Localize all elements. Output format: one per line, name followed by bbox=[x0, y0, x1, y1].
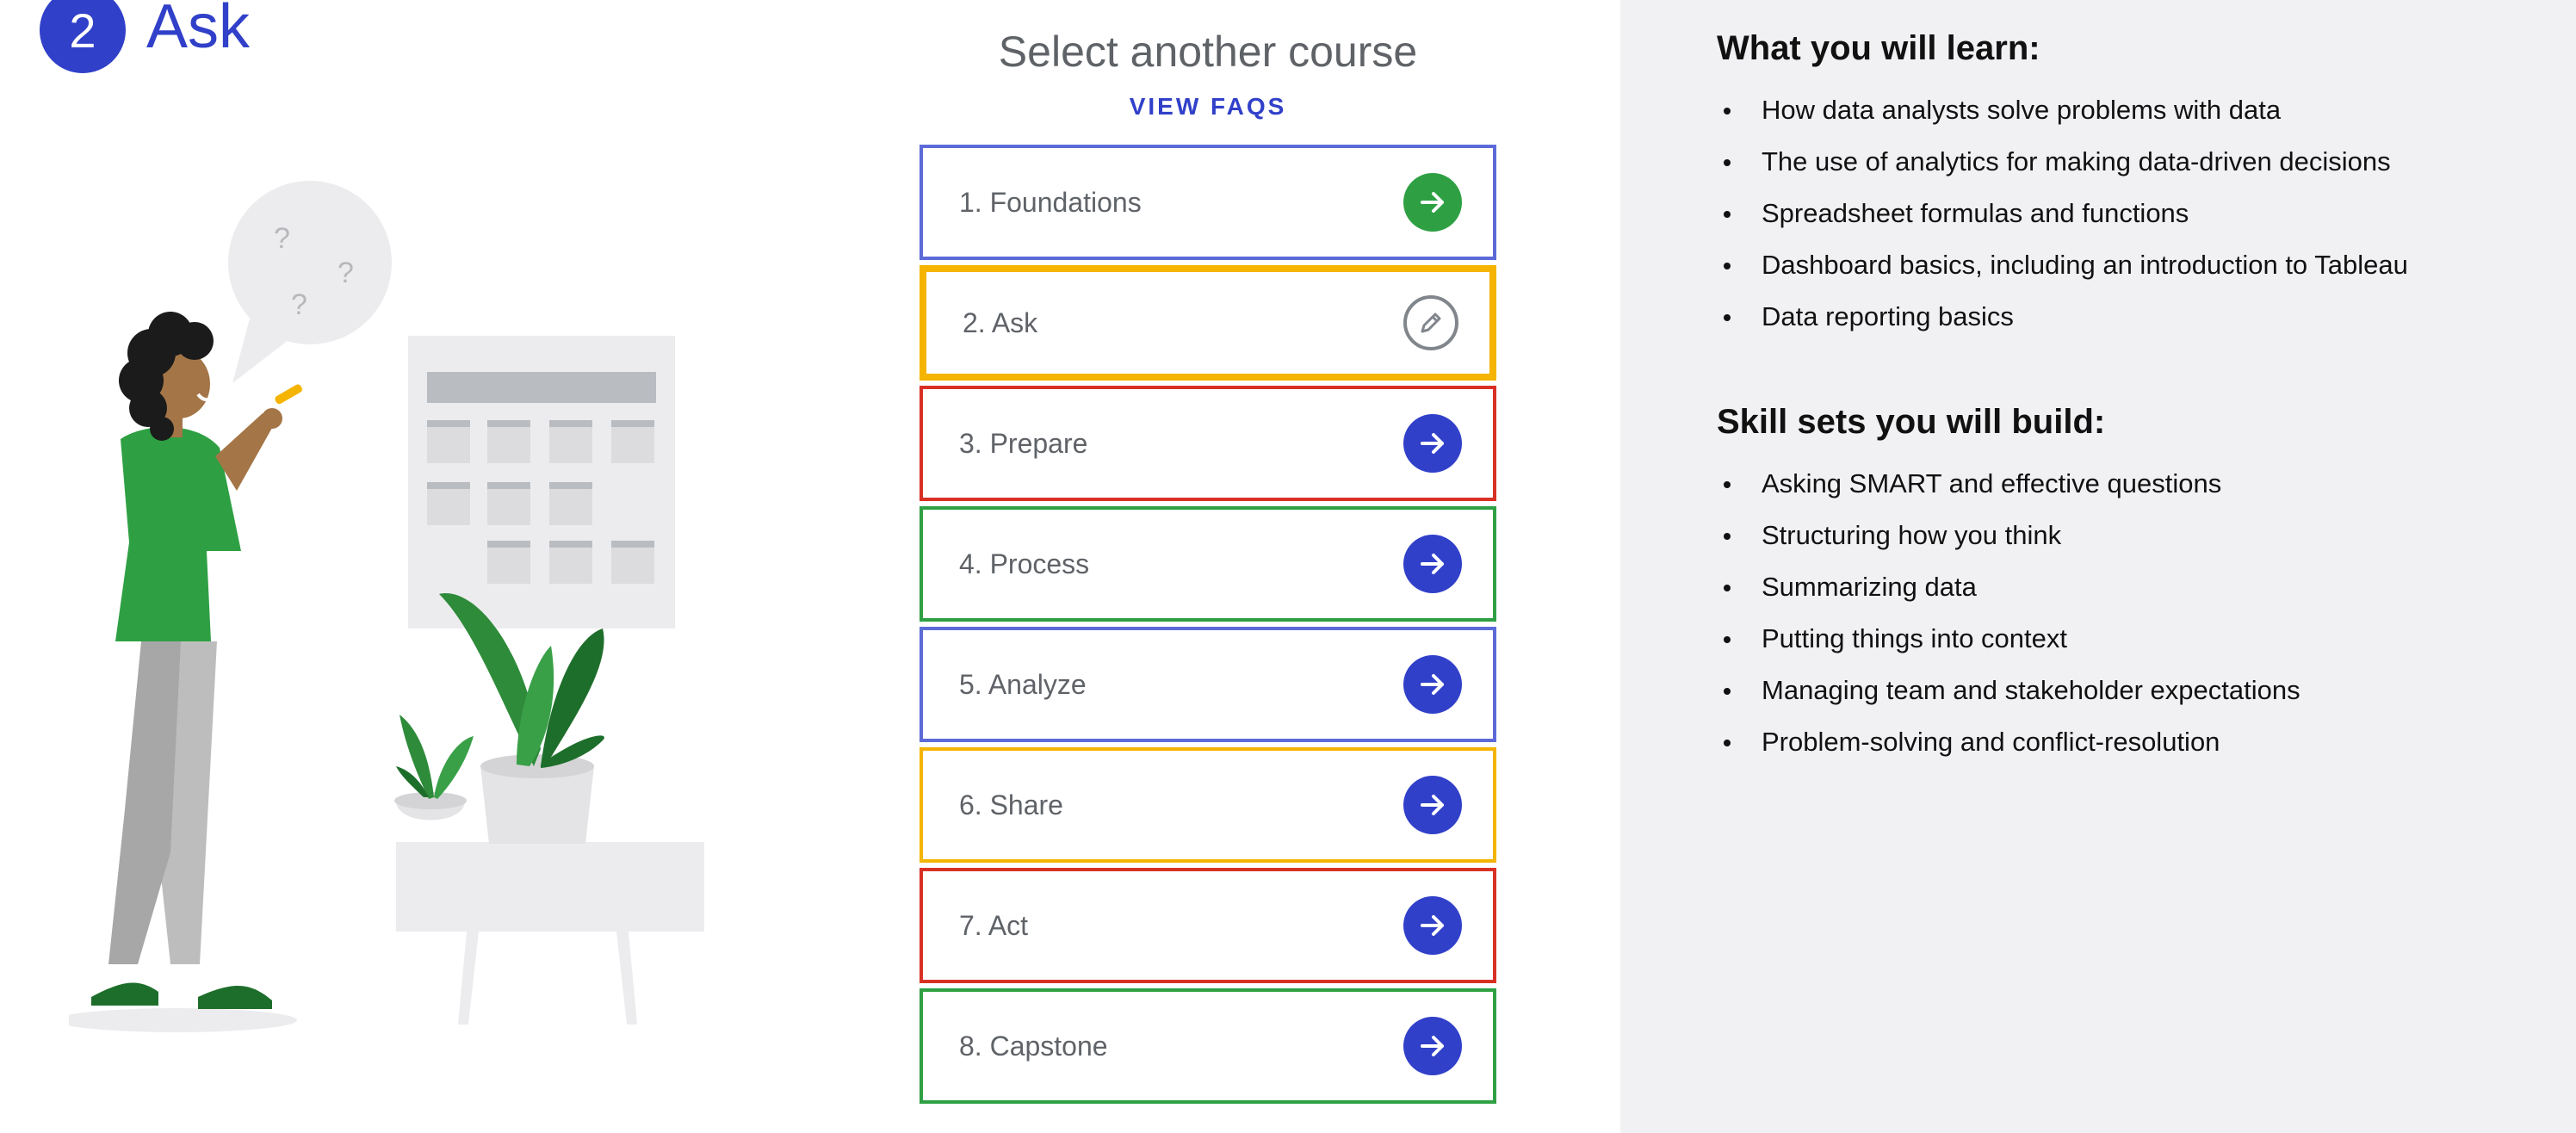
skills-list: Asking SMART and effective questions Str… bbox=[1717, 458, 2543, 768]
skills-heading: Skill sets you will build: bbox=[1717, 403, 2106, 441]
question-mark: ? bbox=[291, 288, 307, 321]
thought-bubble-icon: ? ? ? bbox=[228, 181, 392, 383]
learn-list: How data analysts solve problems with da… bbox=[1717, 84, 2543, 343]
arrow-right-icon[interactable] bbox=[1403, 655, 1462, 714]
selector-title: Select another course bbox=[998, 28, 1418, 76]
course-item[interactable]: 6. Share bbox=[920, 747, 1496, 863]
list-item: Dashboard basics, including an introduct… bbox=[1717, 239, 2543, 291]
list-item: Managing team and stakeholder expectatio… bbox=[1717, 665, 2543, 716]
arrow-right-icon[interactable] bbox=[1403, 414, 1462, 473]
course-item-label: 4. Process bbox=[959, 548, 1090, 579]
person-figure-icon bbox=[69, 312, 302, 1032]
course-item[interactable]: 3. Prepare bbox=[920, 386, 1496, 501]
course-item-label: 1. Foundations bbox=[959, 186, 1142, 218]
person-at-board-illustration: ? ? ? bbox=[69, 181, 704, 1032]
course-item-label: 5. Analyze bbox=[959, 668, 1087, 700]
course-item[interactable]: 4. Process bbox=[920, 506, 1496, 622]
course-info-panel: What you will learn: How data analysts s… bbox=[1620, 0, 2576, 1133]
list-item: Problem-solving and conflict-resolution bbox=[1717, 716, 2543, 768]
skill-sets-section: Skill sets you will build: Asking SMART … bbox=[1717, 398, 2543, 768]
list-item: Putting things into context bbox=[1717, 613, 2543, 665]
course-item[interactable]: 8. Capstone bbox=[920, 988, 1496, 1104]
course-item[interactable]: 5. Analyze bbox=[920, 627, 1496, 742]
course-number-badge: 2 bbox=[40, 0, 126, 73]
list-item: Summarizing data bbox=[1717, 561, 2543, 613]
list-item: The use of analytics for making data-dri… bbox=[1717, 136, 2543, 188]
course-item[interactable]: 7. Act bbox=[920, 868, 1496, 983]
list-item: Asking SMART and effective questions bbox=[1717, 458, 2543, 510]
course-item[interactable]: 1. Foundations bbox=[920, 145, 1496, 260]
list-item: Spreadsheet formulas and functions bbox=[1717, 188, 2543, 239]
learn-heading: What you will learn: bbox=[1717, 29, 2040, 67]
course-item-label: 6. Share bbox=[959, 789, 1063, 820]
question-mark: ? bbox=[274, 222, 290, 255]
course-heading: 2 Ask bbox=[40, 0, 250, 77]
course-item[interactable]: 2. Ask bbox=[920, 265, 1496, 381]
course-selector: Select another course VIEW FAQS 1. Found… bbox=[920, 0, 1496, 1104]
side-table-icon bbox=[396, 842, 704, 1025]
arrow-right-icon[interactable] bbox=[1403, 896, 1462, 955]
what-you-will-learn-section: What you will learn: How data analysts s… bbox=[1717, 24, 2543, 343]
calendar-board-icon bbox=[408, 336, 675, 628]
list-item: Data reporting basics bbox=[1717, 291, 2543, 343]
arrow-right-icon[interactable] bbox=[1403, 1017, 1462, 1075]
course-item-label: 2. Ask bbox=[963, 306, 1038, 338]
arrow-right-icon[interactable] bbox=[1403, 535, 1462, 593]
arrow-right-icon[interactable] bbox=[1403, 173, 1462, 232]
view-faqs-link[interactable]: VIEW FAQS bbox=[920, 93, 1496, 121]
course-title: Ask bbox=[146, 0, 251, 61]
course-item-label: 7. Act bbox=[959, 909, 1029, 941]
small-plant-icon bbox=[394, 715, 474, 820]
course-item-label: 8. Capstone bbox=[959, 1030, 1108, 1062]
list-item: How data analysts solve problems with da… bbox=[1717, 84, 2543, 136]
pencil-icon[interactable] bbox=[1403, 295, 1458, 350]
course-item-label: 3. Prepare bbox=[959, 427, 1088, 459]
large-plant-icon bbox=[439, 593, 604, 844]
list-item: Structuring how you think bbox=[1717, 510, 2543, 561]
question-mark: ? bbox=[337, 257, 354, 289]
arrow-right-icon[interactable] bbox=[1403, 776, 1462, 834]
